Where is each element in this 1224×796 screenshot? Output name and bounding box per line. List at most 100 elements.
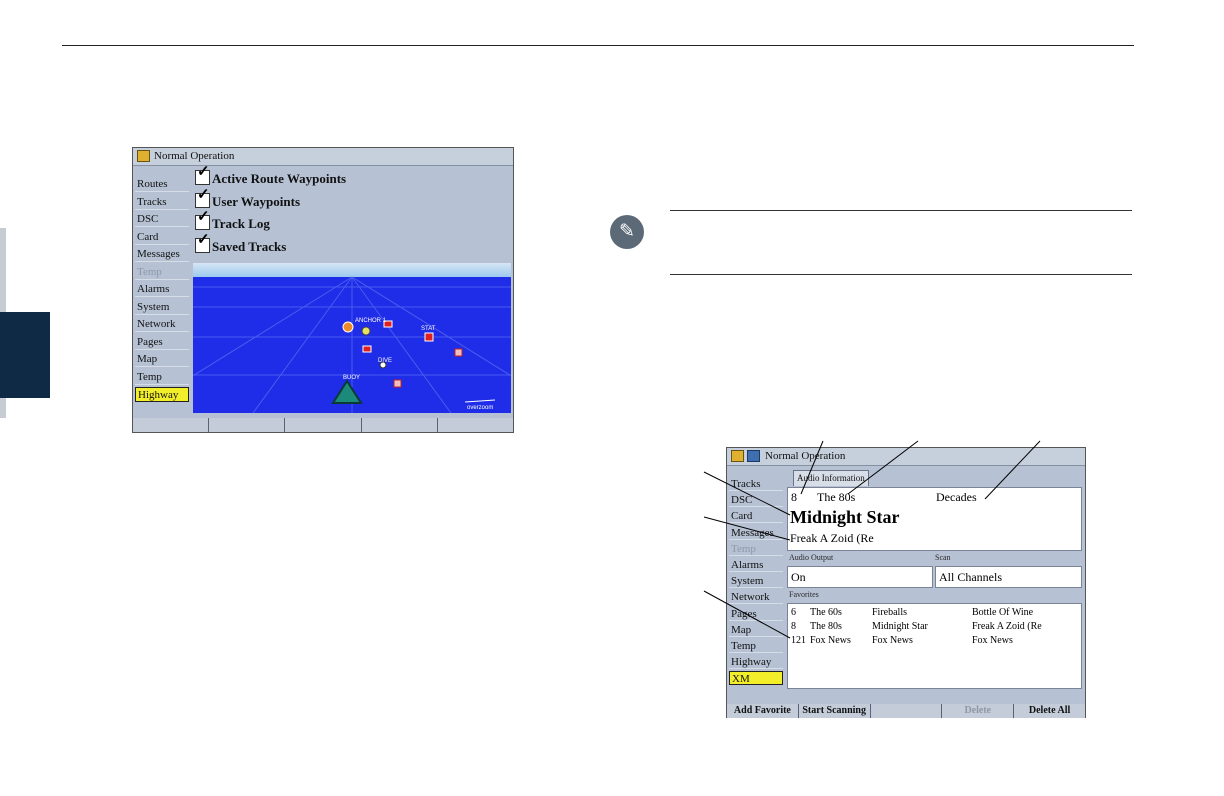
checkbox-label: User Waypoints <box>212 193 301 209</box>
favorite-song: Bottle Of Wine <box>972 607 1034 618</box>
softkey-bar: Add Favorite Start Scanning Delete Delete A… <box>727 704 1085 718</box>
favorites-row[interactable]: 121 Fox News Fox News Fox News <box>788 634 1081 648</box>
checkbox-row[interactable]: ✓ User Waypoints <box>195 187 301 212</box>
side-menu-item[interactable]: Alarms <box>135 282 189 297</box>
check-icon: ✓ <box>197 209 210 225</box>
side-menu-item[interactable]: Messages <box>729 526 783 540</box>
side-menu-item[interactable]: Map <box>135 352 189 367</box>
side-menu-item[interactable]: Messages <box>135 247 189 262</box>
waypoint-label: DIVE <box>378 358 392 364</box>
softkey[interactable] <box>437 418 514 432</box>
side-menu-item[interactable]: DSC <box>729 493 783 508</box>
audio-output-value: On <box>791 570 806 584</box>
favorite-ch: 121 <box>791 635 806 646</box>
favorite-name: Fox News <box>810 635 851 646</box>
channel-name: The 80s <box>817 490 856 504</box>
highway-canvas: ANCHOR 1 DIVE BUOY STAT overzoom <box>193 263 511 413</box>
audio-info-panel: 8 The 80s Decades Midnight Star Freak A … <box>787 487 1082 551</box>
checkbox[interactable]: ✓ <box>195 232 210 253</box>
side-menu: Tracks DSC Card Messages Temp Alarms System Net… <box>727 475 787 690</box>
favorite-ch: 6 <box>791 607 796 618</box>
side-menu-item[interactable]: XM <box>729 671 783 686</box>
softkey[interactable] <box>133 418 210 432</box>
note-rule-bottom <box>670 274 1132 275</box>
side-menu-item[interactable]: Temp <box>135 370 189 385</box>
scan-label: Scan <box>935 553 951 562</box>
favorites-list[interactable]: 6 The 60s Fireballs Bottle Of Wine 8 The 80s M… <box>787 603 1082 689</box>
favorites-label: Favorites <box>789 590 819 599</box>
side-menu-item[interactable]: Routes <box>135 177 189 192</box>
side-menu-item[interactable]: Alarms <box>729 558 783 572</box>
checkbox-label: Active Route Waypoints <box>212 171 347 186</box>
scan-field[interactable]: All Channels <box>935 566 1082 588</box>
marker-icon <box>454 348 463 357</box>
side-menu: Routes Tracks DSC Card Messages Temp Alarms Sys… <box>133 175 193 405</box>
checkbox-label: Saved Tracks <box>212 238 287 254</box>
side-menu-item[interactable]: Pages <box>135 335 189 350</box>
highway-setup-screen: Normal Operation Routes Tracks DSC Card Mess… <box>132 147 514 433</box>
checkbox[interactable]: ✓ <box>195 187 210 208</box>
anchor-waypoint-icon <box>342 321 354 333</box>
checkbox[interactable]: ✓ <box>195 165 210 185</box>
side-menu-item[interactable]: Network <box>135 317 189 332</box>
favorite-artist: Fireballs <box>872 607 907 618</box>
side-menu-item[interactable]: Temp <box>135 265 189 280</box>
softkey[interactable] <box>285 418 362 432</box>
side-menu-item[interactable]: Pages <box>729 607 783 621</box>
section-tab <box>0 312 50 398</box>
horizon-sky <box>193 263 511 277</box>
side-menu-item[interactable]: Network <box>729 590 783 605</box>
song-title: Freak A Zoid (Re <box>790 531 874 545</box>
favorite-artist: Midnight Star <box>872 621 928 632</box>
screen-title: Normal Operation <box>765 450 846 462</box>
side-menu-item[interactable]: Tracks <box>729 477 783 491</box>
favorite-ch: 8 <box>791 621 796 632</box>
checkbox-row[interactable]: ✓ Active Route Waypoints <box>195 165 347 189</box>
softkey[interactable] <box>209 418 286 432</box>
checkbox[interactable]: ✓ <box>195 210 210 230</box>
checkbox-label: Track Log <box>212 216 270 231</box>
waypoint-label: BUOY <box>343 375 360 381</box>
side-menu-item[interactable]: Temp <box>729 639 783 653</box>
softkey[interactable]: Delete All <box>1014 704 1085 718</box>
audio-output-field[interactable]: On <box>787 566 933 588</box>
folder-icon <box>731 450 744 462</box>
side-menu-item[interactable]: Card <box>729 509 783 524</box>
waypoint-label: STAT <box>421 326 436 332</box>
tab-audio-information[interactable]: Audio Information <box>793 470 869 486</box>
highway-view: ANCHOR 1 DIVE BUOY STAT overzoom <box>193 263 511 413</box>
favorites-row[interactable]: 8 The 80s Midnight Star Freak A Zoid (Re <box>788 620 1081 634</box>
side-menu-item[interactable]: Highway <box>729 655 783 670</box>
scale-label: overzoom <box>467 405 493 411</box>
side-menu-item[interactable]: Card <box>135 230 189 245</box>
side-menu-item[interactable]: Tracks <box>135 195 189 210</box>
softkey[interactable]: Add Favorite <box>727 704 799 718</box>
side-menu-item[interactable]: System <box>729 574 783 589</box>
favorite-name: The 60s <box>810 607 842 618</box>
side-menu-item[interactable]: DSC <box>135 212 189 227</box>
favorite-artist: Fox News <box>872 635 913 646</box>
xm-audio-screen: Normal Operation Tracks DSC Card Messages Te… <box>726 447 1086 718</box>
side-menu-item[interactable]: Map <box>729 623 783 637</box>
title-bar: Normal Operation <box>133 148 513 166</box>
folder-icon <box>137 150 150 162</box>
side-menu-item[interactable]: Highway <box>135 387 189 402</box>
softkey[interactable] <box>870 704 943 718</box>
softkey[interactable]: Delete <box>942 704 1015 718</box>
favorite-song: Fox News <box>972 635 1013 646</box>
artist-name: Midnight Star <box>790 507 900 527</box>
check-icon: ✓ <box>197 186 210 203</box>
checkbox-row[interactable]: ✓ Saved Tracks <box>195 232 287 257</box>
side-menu-item[interactable]: System <box>135 300 189 315</box>
waypoint-icon <box>361 326 371 336</box>
scan-value: All Channels <box>939 570 1002 584</box>
softkey-bar <box>133 418 514 432</box>
checkbox-row[interactable]: ✓ Track Log <box>195 210 270 234</box>
channel-category: Decades <box>936 490 977 504</box>
softkey[interactable]: Start Scanning <box>798 704 871 718</box>
softkey[interactable] <box>361 418 438 432</box>
favorites-row[interactable]: 6 The 60s Fireballs Bottle Of Wine <box>788 606 1081 620</box>
dive-flag-icon <box>362 345 372 353</box>
side-menu-item[interactable]: Temp <box>729 542 783 556</box>
station-icon <box>424 332 434 342</box>
